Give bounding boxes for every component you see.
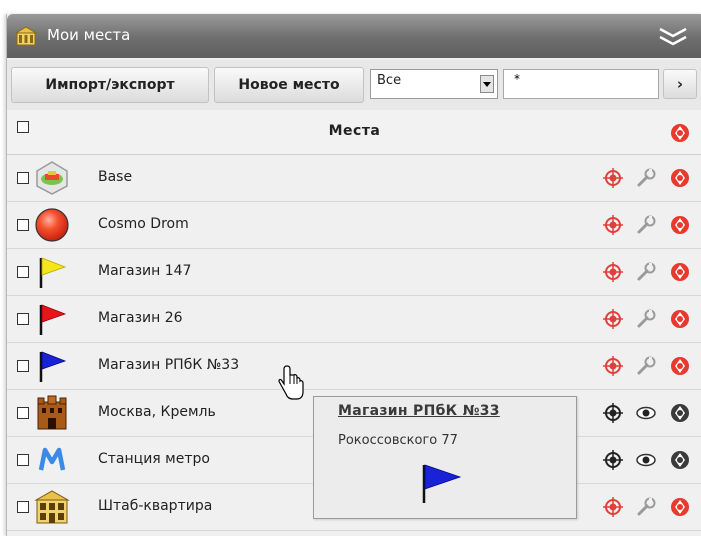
place-name: Base [98,169,133,185]
row-checkbox[interactable] [17,219,29,231]
wrench-icon[interactable] [636,262,656,282]
wrench-icon[interactable] [636,168,656,188]
place-row[interactable]: Cosmo Drom [7,202,701,249]
delete-icon[interactable] [670,403,690,423]
wrench-icon[interactable] [636,497,656,517]
target-icon[interactable] [603,168,623,188]
wrench-icon[interactable] [636,309,656,329]
import-export-button[interactable]: Импорт/экспорт [11,67,209,103]
delete-icon[interactable] [670,497,690,517]
building-icon [15,26,37,46]
hand-cursor-icon [278,365,304,400]
target-icon[interactable] [603,450,623,470]
place-row[interactable]: Base [7,155,701,202]
panel-titlebar: Мои места [7,14,701,58]
target-icon[interactable] [603,262,623,282]
row-checkbox[interactable] [17,313,29,325]
headquarters-icon [34,490,70,524]
eye-icon[interactable] [636,403,656,423]
row-checkbox[interactable] [17,172,29,184]
place-name: Магазин 26 [98,310,183,326]
delete-icon[interactable] [670,356,690,376]
row-checkbox[interactable] [17,454,29,466]
red-flag-icon [39,304,67,335]
blue-flag-icon [422,464,462,503]
eye-icon[interactable] [636,450,656,470]
place-row[interactable]: Магазин 26 [7,296,701,343]
tooltip-title: Магазин РПбК №33 [338,403,500,419]
base-icon [36,161,68,195]
metro-icon [38,447,66,471]
yellow-flag-icon [39,257,67,288]
next-button[interactable]: › [663,69,697,99]
blue-flag-icon [39,351,67,382]
row-checkbox[interactable] [17,501,29,513]
row-checkbox[interactable] [17,360,29,372]
delete-icon[interactable] [670,450,690,470]
wrench-icon[interactable] [636,215,656,235]
target-icon[interactable] [603,215,623,235]
place-name: Магазин РПбК №33 [98,357,240,373]
filter-select[interactable]: Все [370,69,498,99]
wrench-icon[interactable] [636,356,656,376]
place-tooltip: Магазин РПбК №33 Рокоссовского 77 [313,396,577,519]
place-row[interactable]: Магазин 147 [7,249,701,296]
filter-input[interactable] [503,69,659,99]
filter-select-value: Все [377,73,402,88]
delete-icon[interactable] [670,309,690,329]
castle-icon [37,395,67,430]
place-name: Штаб-квартира [98,498,213,514]
place-name: Cosmo Drom [98,216,189,232]
delete-icon[interactable] [670,168,690,188]
tooltip-address: Рокоссовского 77 [338,433,458,448]
table-header: Места [7,110,701,155]
target-icon[interactable] [603,309,623,329]
delete-all-icon[interactable] [670,123,690,143]
place-row[interactable]: Магазин РПбК №33 [7,343,701,390]
row-checkbox[interactable] [17,407,29,419]
double-chevron-down-icon[interactable] [658,26,688,48]
panel-title: Мои места [47,26,131,44]
place-name: Магазин 147 [98,263,192,279]
toolbar: Импорт/экспорт Новое место Все › [7,60,701,111]
target-icon[interactable] [603,497,623,517]
red-ball-icon [35,208,69,242]
table-header-label: Места [328,123,381,139]
delete-icon[interactable] [670,215,690,235]
row-checkbox[interactable] [17,266,29,278]
target-icon[interactable] [603,403,623,423]
new-place-button[interactable]: Новое место [214,67,364,103]
place-name: Станция метро [98,451,210,467]
target-icon[interactable] [603,356,623,376]
delete-icon[interactable] [670,262,690,282]
dropdown-arrow-icon[interactable] [480,75,494,93]
place-name: Москва, Кремль [98,404,216,420]
